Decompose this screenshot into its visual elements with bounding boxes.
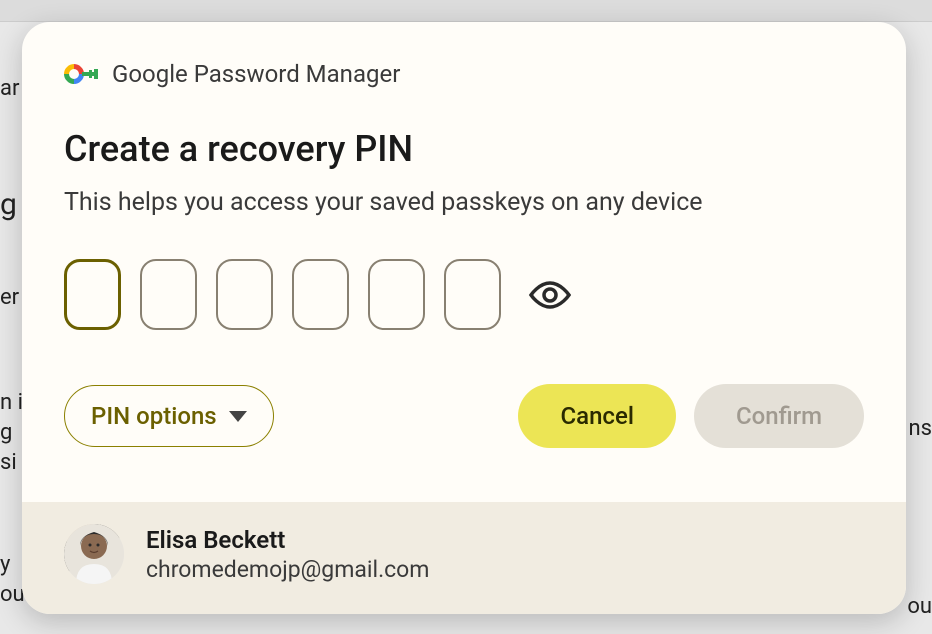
dialog-footer: Elisa Beckett chromedemojp@gmail.com (22, 502, 906, 614)
bg-fragment: g (0, 420, 12, 445)
user-email-label: chromedemojp@gmail.com (146, 556, 429, 583)
dialog-body: Create a recovery PIN This helps you acc… (22, 100, 906, 502)
app-name-label: Google Password Manager (112, 60, 400, 88)
user-info: Elisa Beckett chromedemojp@gmail.com (146, 526, 429, 583)
pin-digit-5[interactable] (368, 259, 425, 330)
bg-fragment: er (0, 285, 19, 310)
bg-fragment: y (0, 552, 10, 577)
pin-digit-4[interactable] (292, 259, 349, 330)
user-name-label: Elisa Beckett (146, 526, 429, 554)
dialog-header: Google Password Manager (22, 22, 906, 100)
google-password-manager-icon (64, 64, 96, 84)
toggle-visibility-icon[interactable] (528, 280, 572, 310)
bg-fragment: g (0, 187, 17, 222)
pin-input-row (64, 259, 864, 330)
bg-fragment: ou (907, 594, 932, 619)
pin-digit-6[interactable] (444, 259, 501, 330)
chevron-down-icon (229, 411, 247, 422)
confirm-button[interactable]: Confirm (694, 384, 864, 448)
background-toolbar (0, 0, 932, 22)
bg-fragment: ns (908, 416, 932, 441)
dialog-subtitle: This helps you access your saved passkey… (64, 188, 864, 217)
bg-fragment: ar (0, 76, 19, 101)
pin-digit-1[interactable] (64, 259, 121, 330)
bg-fragment: n i (0, 390, 23, 415)
user-avatar (64, 524, 124, 584)
pin-options-button[interactable]: PIN options (64, 385, 274, 447)
recovery-pin-dialog: Google Password Manager Create a recover… (22, 22, 906, 614)
cancel-button[interactable]: Cancel (518, 384, 675, 448)
pin-digit-3[interactable] (216, 259, 273, 330)
bg-fragment: si (0, 450, 17, 475)
pin-options-label: PIN options (91, 402, 217, 430)
dialog-title: Create a recovery PIN (64, 128, 864, 170)
bg-fragment: ou (0, 582, 25, 607)
pin-digit-2[interactable] (140, 259, 197, 330)
actions-row: PIN options Cancel Confirm (64, 384, 864, 448)
